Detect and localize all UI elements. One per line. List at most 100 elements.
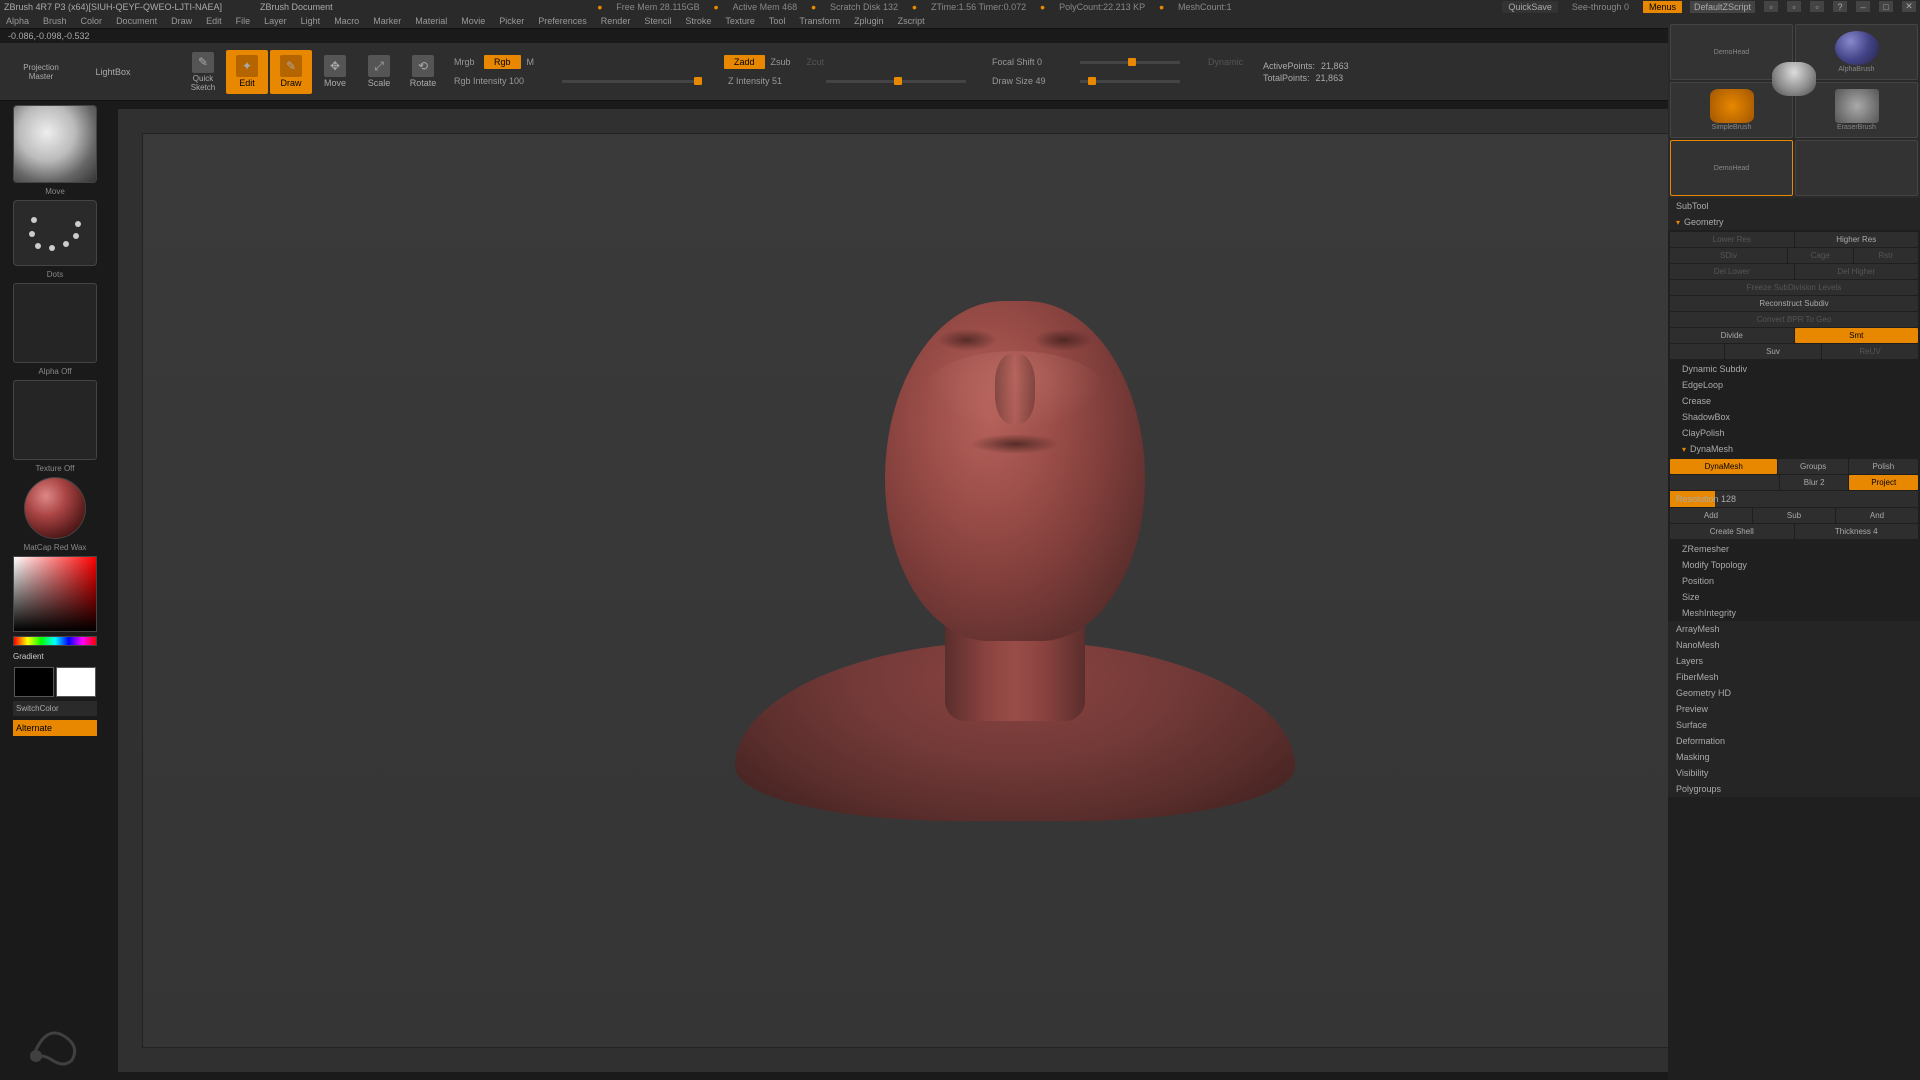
reuv-button[interactable]: ReUV	[1822, 344, 1918, 359]
menu-document[interactable]: Document	[116, 16, 157, 26]
deformation-header[interactable]: Deformation	[1668, 733, 1920, 749]
dynamic-subdiv-header[interactable]: Dynamic Subdiv	[1668, 361, 1920, 377]
menu-material[interactable]: Material	[415, 16, 447, 26]
convert-bpr-button[interactable]: Convert BPR To Geo	[1670, 312, 1918, 327]
position-header[interactable]: Position	[1668, 573, 1920, 589]
sdiv-slider[interactable]: SDiv	[1670, 248, 1787, 263]
zcut-button[interactable]: Zcut	[801, 57, 831, 67]
arraymesh-header[interactable]: ArrayMesh	[1668, 621, 1920, 637]
layers-header[interactable]: Layers	[1668, 653, 1920, 669]
groups-button[interactable]: Groups	[1778, 459, 1847, 474]
menu-texture[interactable]: Texture	[725, 16, 755, 26]
menu-marker[interactable]: Marker	[373, 16, 401, 26]
geometry-header[interactable]: ▾Geometry	[1668, 214, 1920, 230]
z-intensity-slider[interactable]: Z Intensity 51	[724, 76, 824, 86]
lightbox-button[interactable]: LightBox	[78, 50, 148, 94]
blur-slider[interactable]: Blur 2	[1780, 475, 1849, 490]
scale-button[interactable]: ⤢Scale	[358, 50, 400, 94]
material-selector[interactable]	[24, 477, 86, 539]
minimize-icon[interactable]: –	[1856, 1, 1870, 12]
color-picker[interactable]	[13, 556, 97, 632]
menu-stroke[interactable]: Stroke	[685, 16, 711, 26]
menus-toggle[interactable]: Menus	[1643, 1, 1682, 13]
draw-size-track[interactable]	[1080, 80, 1180, 83]
close-icon[interactable]: ✕	[1902, 1, 1916, 12]
nanomesh-header[interactable]: NanoMesh	[1668, 637, 1920, 653]
default-zscript[interactable]: DefaultZScript	[1690, 1, 1755, 13]
visibility-header[interactable]: Visibility	[1668, 765, 1920, 781]
swatch-black[interactable]	[14, 667, 54, 697]
size-header[interactable]: Size	[1668, 589, 1920, 605]
preview-header[interactable]: Preview	[1668, 701, 1920, 717]
thickness-slider[interactable]: Thickness 4	[1795, 524, 1919, 539]
gradient-button[interactable]: Gradient	[13, 650, 97, 663]
suv-button[interactable]: Suv	[1725, 344, 1821, 359]
polygroups-header[interactable]: Polygroups	[1668, 781, 1920, 797]
win-btn-2[interactable]: ▫	[1787, 1, 1801, 12]
project-button[interactable]: Project	[1849, 475, 1918, 490]
move-button[interactable]: ✥Move	[314, 50, 356, 94]
zremesher-header[interactable]: ZRemesher	[1668, 541, 1920, 557]
menu-movie[interactable]: Movie	[461, 16, 485, 26]
menu-macro[interactable]: Macro	[334, 16, 359, 26]
subtool-header[interactable]: SubTool	[1668, 198, 1920, 214]
crease-header[interactable]: Crease	[1668, 393, 1920, 409]
modify-topology-header[interactable]: Modify Topology	[1668, 557, 1920, 573]
focal-shift-slider[interactable]: Focal Shift 0	[988, 57, 1078, 67]
swatch-white[interactable]	[56, 667, 96, 697]
menu-stencil[interactable]: Stencil	[644, 16, 671, 26]
menu-preferences[interactable]: Preferences	[538, 16, 587, 26]
tool-eraserbrush[interactable]: EraserBrush	[1795, 82, 1918, 138]
higher-res-button[interactable]: Higher Res	[1795, 232, 1919, 247]
z-intensity-track[interactable]	[826, 80, 966, 83]
stroke-selector[interactable]	[13, 200, 97, 266]
menu-color[interactable]: Color	[81, 16, 103, 26]
rgb-intensity-track[interactable]	[562, 80, 702, 83]
menu-light[interactable]: Light	[301, 16, 321, 26]
focal-shift-track[interactable]	[1080, 61, 1180, 64]
reconstruct-subdiv-button[interactable]: Reconstruct Subdiv	[1670, 296, 1918, 311]
draw-size-slider[interactable]: Draw Size 49	[988, 76, 1078, 86]
menu-alpha[interactable]: Alpha	[6, 16, 29, 26]
menu-file[interactable]: File	[236, 16, 251, 26]
mesh-integrity-header[interactable]: MeshIntegrity	[1668, 605, 1920, 621]
switch-color-button[interactable]: SwitchColor	[13, 701, 97, 716]
zadd-button[interactable]: Zadd	[724, 55, 765, 69]
del-lower-button[interactable]: Del Lower	[1670, 264, 1794, 279]
tool-demohead-2[interactable]: DemoHead	[1670, 140, 1793, 196]
claypolish-header[interactable]: ClayPolish	[1668, 425, 1920, 441]
maximize-icon[interactable]: □	[1879, 1, 1893, 12]
create-shell-button[interactable]: Create Shell	[1670, 524, 1794, 539]
draw-button[interactable]: ✎Draw	[270, 50, 312, 94]
alpha-selector[interactable]	[13, 283, 97, 363]
menu-draw[interactable]: Draw	[171, 16, 192, 26]
add-button[interactable]: Add	[1670, 508, 1752, 523]
texture-selector[interactable]	[13, 380, 97, 460]
fibermesh-header[interactable]: FiberMesh	[1668, 669, 1920, 685]
and-button[interactable]: And	[1836, 508, 1918, 523]
menu-zplugin[interactable]: Zplugin	[854, 16, 884, 26]
menu-edit[interactable]: Edit	[206, 16, 222, 26]
quicksave-button[interactable]: QuickSave	[1502, 1, 1558, 13]
alternate-button[interactable]: Alternate	[13, 720, 97, 736]
dynamesh-header[interactable]: ▾DynaMesh	[1668, 441, 1920, 457]
quick-sketch-button[interactable]: ✎ QuickSketch	[182, 50, 224, 94]
zsub-button[interactable]: Zsub	[767, 57, 799, 67]
menu-brush[interactable]: Brush	[43, 16, 67, 26]
rgb-button[interactable]: Rgb	[484, 55, 521, 69]
menu-tool[interactable]: Tool	[769, 16, 786, 26]
win-btn-1[interactable]: ▫	[1764, 1, 1778, 12]
brush-selector[interactable]	[13, 105, 97, 183]
viewport[interactable]	[142, 133, 1888, 1048]
masking-header[interactable]: Masking	[1668, 749, 1920, 765]
divide-button[interactable]: Divide	[1670, 328, 1794, 343]
rstr-button[interactable]: Rstr	[1854, 248, 1919, 263]
projection-master-button[interactable]: ProjectionMaster	[6, 50, 76, 94]
surface-header[interactable]: Surface	[1668, 717, 1920, 733]
win-btn-3[interactable]: ▫	[1810, 1, 1824, 12]
resolution-slider[interactable]: Resolution 128	[1670, 491, 1918, 507]
dynamesh-button[interactable]: DynaMesh	[1670, 459, 1777, 474]
polish-button[interactable]: Polish	[1849, 459, 1918, 474]
menu-zscript[interactable]: Zscript	[898, 16, 925, 26]
geometry-hd-header[interactable]: Geometry HD	[1668, 685, 1920, 701]
